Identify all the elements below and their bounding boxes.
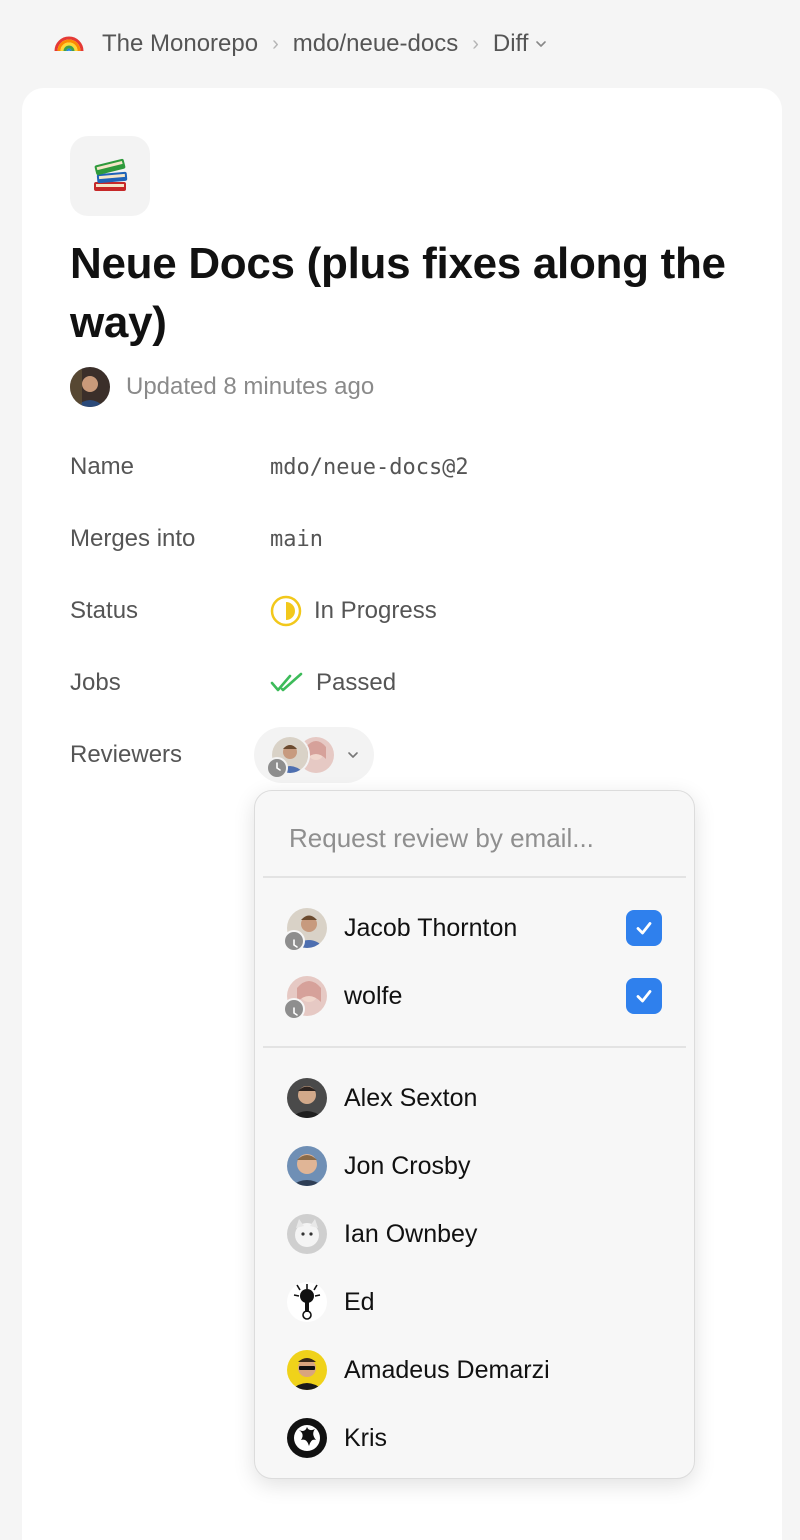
breadcrumb-branch[interactable]: mdo/neue-docs (293, 30, 458, 58)
divider (263, 1046, 686, 1048)
avatar (287, 1146, 327, 1186)
chevron-down-icon (348, 752, 358, 758)
reviewer-item-jon-crosby[interactable]: Jon Crosby (263, 1134, 686, 1198)
avatar (287, 1418, 327, 1458)
jobs-label: Jobs (70, 669, 121, 696)
avatar (287, 1078, 327, 1118)
reviewer-name: Jacob Thornton (344, 913, 518, 942)
reviewer-name: Ed (344, 1287, 375, 1316)
jobs-text: Passed (316, 669, 397, 696)
reviewer-item-ed[interactable]: Ed (263, 1270, 686, 1334)
clock-icon (283, 998, 305, 1020)
checked-checkbox[interactable] (626, 910, 662, 946)
reviewer-item-wolfe[interactable]: wolfe (263, 964, 686, 1028)
reviewer-name: Kris (344, 1423, 388, 1452)
property-name: Name mdo/neue-docs@2 (70, 447, 469, 487)
breadcrumb: The Monorepo › mdo/neue-docs › Diff (54, 26, 548, 62)
property-jobs: Jobs Passed (70, 663, 396, 703)
merges-into-label: Merges into (70, 525, 196, 552)
double-check-icon (270, 672, 303, 692)
merges-into-value: main (270, 526, 323, 552)
books-icon (70, 136, 150, 216)
avatar (287, 1214, 327, 1254)
breadcrumb-monorepo[interactable]: The Monorepo (102, 30, 258, 58)
clock-icon (266, 757, 288, 779)
reviewer-name: Ian Ownbey (344, 1219, 478, 1248)
divider (263, 876, 686, 878)
half-circle-icon (270, 595, 302, 627)
checkmark-icon (636, 990, 652, 1003)
breadcrumb-separator-icon: › (472, 32, 479, 55)
reviewer-item-amadeus-demarzi[interactable]: Amadeus Demarzi (263, 1338, 686, 1402)
property-reviewers: Reviewers (70, 735, 270, 775)
reviewers-label: Reviewers (70, 741, 183, 768)
breadcrumb-diff[interactable]: Diff (493, 30, 529, 58)
page-title: Neue Docs (plus fixes along the way) (70, 239, 726, 347)
status-value[interactable]: In Progress (270, 595, 437, 627)
reviewer-name: wolfe (344, 981, 403, 1010)
clock-icon (283, 930, 305, 952)
reviewer-name: Alex Sexton (344, 1083, 478, 1112)
property-status: Status In Progress (70, 591, 437, 631)
reviewers-button[interactable] (254, 727, 374, 783)
avatar (287, 1282, 327, 1322)
jobs-value[interactable]: Passed (270, 669, 396, 697)
request-review-input[interactable] (263, 799, 686, 877)
reviewer-item-jacob-thornton[interactable]: Jacob Thornton (263, 896, 686, 960)
chevron-down-icon[interactable] (534, 37, 548, 51)
rainbow-icon (54, 31, 84, 57)
avatar (287, 1350, 327, 1390)
updated-info: Updated 8 minutes ago (70, 367, 374, 407)
reviewer-avatars (266, 735, 336, 779)
breadcrumb-separator-icon: › (272, 32, 279, 55)
reviewer-item-kris[interactable]: Kris (263, 1406, 686, 1470)
reviewer-name: Amadeus Demarzi (344, 1355, 550, 1384)
checkmark-icon (636, 922, 652, 935)
name-value: mdo/neue-docs@2 (270, 454, 469, 480)
reviewer-item-ian-ownbey[interactable]: Ian Ownbey (263, 1202, 686, 1266)
status-text: In Progress (314, 597, 437, 624)
name-label: Name (70, 453, 135, 480)
reviewer-name: Jon Crosby (344, 1151, 471, 1180)
updated-text: Updated 8 minutes ago (126, 373, 375, 400)
reviewer-item-alex-sexton[interactable]: Alex Sexton (263, 1066, 686, 1130)
author-avatar (70, 367, 110, 407)
reviewer-dropdown: Jacob Thornton wolfe Alex Sexton (254, 790, 695, 1479)
checked-checkbox[interactable] (626, 978, 662, 1014)
property-merges-into: Merges into main (70, 519, 323, 559)
status-label: Status (70, 597, 139, 624)
